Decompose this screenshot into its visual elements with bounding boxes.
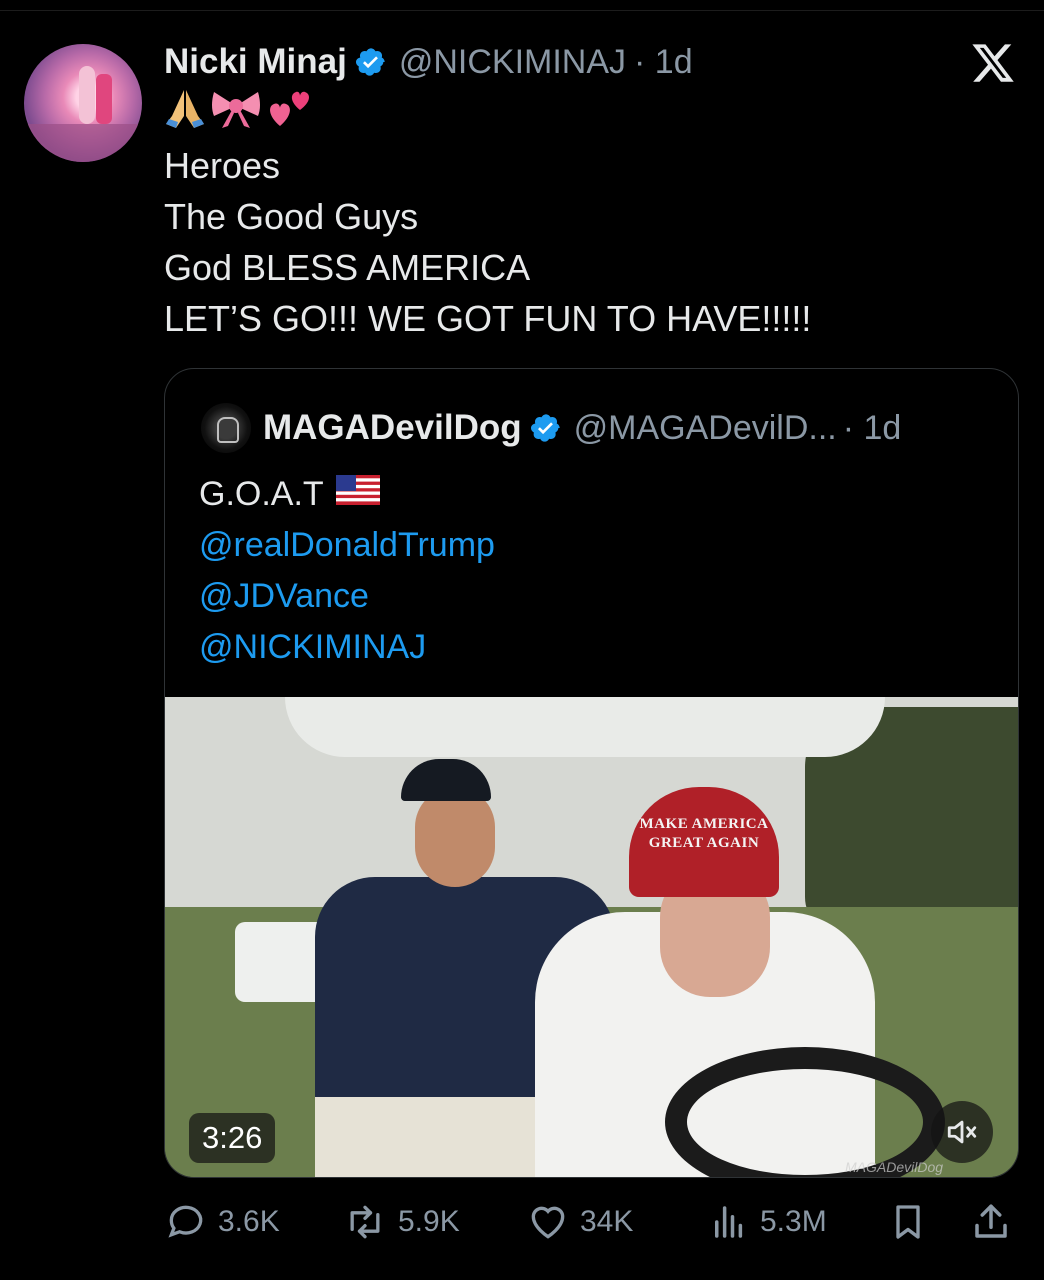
post-text-line: The Good Guys	[164, 196, 419, 237]
verified-badge-icon	[355, 46, 387, 78]
author-name[interactable]: Nicki Minaj	[164, 42, 347, 82]
post-text: Heroes The Good Guys God BLESS AMERICA L…	[164, 140, 811, 344]
mention-link[interactable]: @NICKIMINAJ	[199, 622, 495, 673]
reply-icon	[168, 1205, 203, 1238]
quoted-author-handle[interactable]: @MAGADevilD...	[574, 409, 837, 448]
repost-icon	[350, 1205, 380, 1239]
heart-icon	[531, 1206, 565, 1239]
bookmark-button[interactable]	[888, 1196, 938, 1248]
bookmark-icon	[896, 1205, 920, 1239]
quoted-author-avatar[interactable]	[201, 403, 251, 453]
video-player[interactable]: MAKE AMERICA GREAT AGAIN MAGADevilDog 3:…	[165, 697, 1018, 1177]
top-divider	[0, 10, 1044, 11]
post-age[interactable]: · 1d	[634, 43, 693, 82]
quoted-post-header: MAGADevilDog @MAGADevilD... · 1d	[263, 405, 901, 451]
reply-button[interactable]: 3.6K	[164, 1196, 280, 1248]
ribbon-icon	[210, 86, 262, 130]
share-button[interactable]	[970, 1196, 1022, 1248]
author-handle[interactable]: @NICKIMINAJ	[399, 43, 626, 82]
share-icon	[975, 1204, 1007, 1238]
quoted-post[interactable]: MAGADevilDog @MAGADevilD... · 1d G.O.A.T	[164, 368, 1019, 1178]
action-bar: 3.6K 5.9K 34K 5.3M	[164, 1196, 1024, 1248]
mention-link[interactable]: @JDVance	[199, 571, 495, 622]
quoted-post-age[interactable]: · 1d	[843, 409, 902, 448]
mute-button[interactable]	[931, 1101, 993, 1163]
views-icon	[715, 1206, 743, 1238]
hat-text: MAKE AMERICA GREAT AGAIN	[639, 816, 769, 851]
like-count: 34K	[580, 1205, 634, 1238]
author-avatar[interactable]	[24, 44, 142, 162]
verified-badge-icon	[530, 412, 562, 444]
post-text-line: LET’S GO!!! WE GOT FUN TO HAVE!!!!!	[164, 298, 812, 339]
post-text-line: Heroes	[164, 145, 281, 186]
quoted-post-text: G.O.A.T @realDonaldTrump @JDVance @NICKI…	[199, 469, 495, 673]
mention-link[interactable]: @realDonaldTrump	[199, 520, 495, 571]
views-button[interactable]: 5.3M	[708, 1196, 827, 1248]
folded-hands-icon	[164, 86, 206, 130]
two-hearts-icon	[266, 86, 316, 130]
post-header: Nicki Minaj @NICKIMINAJ · 1d	[164, 40, 693, 84]
video-watermark: MAGADevilDog	[845, 1159, 944, 1175]
emoji-row	[164, 86, 316, 130]
repost-count: 5.9K	[398, 1205, 460, 1238]
quoted-text-line: G.O.A.T	[199, 475, 324, 513]
quoted-author-name[interactable]: MAGADevilDog	[263, 408, 522, 448]
views-count: 5.3M	[760, 1205, 827, 1238]
us-flag-icon	[335, 469, 380, 520]
speaker-muted-icon	[947, 1120, 977, 1144]
reply-count: 3.6K	[218, 1205, 280, 1238]
post-text-line: God BLESS AMERICA	[164, 247, 531, 288]
like-button[interactable]: 34K	[526, 1196, 633, 1248]
video-duration: 3:26	[189, 1113, 276, 1163]
x-logo-icon	[970, 40, 1016, 86]
repost-button[interactable]: 5.9K	[342, 1196, 460, 1248]
